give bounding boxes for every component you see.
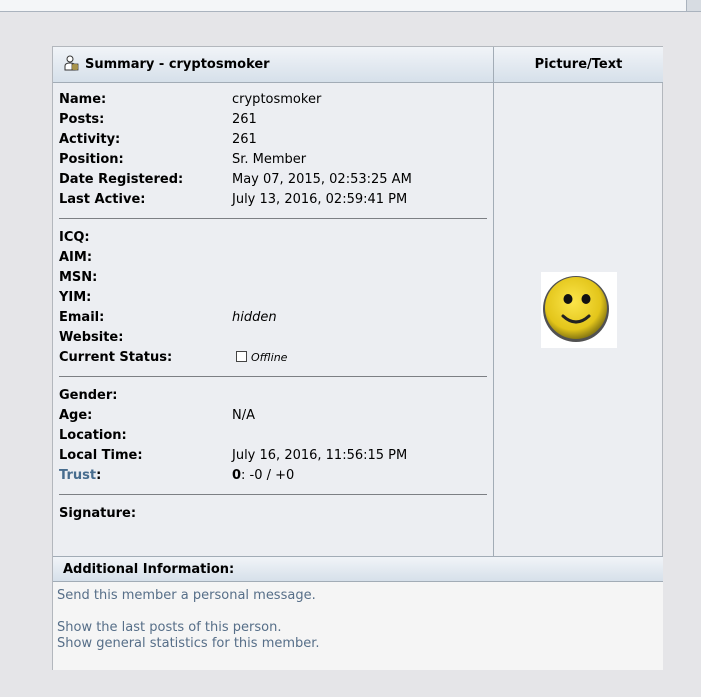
current-status-label: Current Status: (59, 350, 173, 365)
row-trust: Trust: 0: -0 / +0 (59, 466, 487, 486)
row-aim: AIM: (59, 248, 487, 268)
activity-label: Activity: (59, 132, 121, 147)
row-yim: YIM: (59, 288, 487, 308)
icq-label: ICQ: (59, 230, 90, 245)
trust-breakdown: : -0 / +0 (241, 468, 295, 483)
row-activity: Activity: 261 (59, 130, 487, 150)
name-value: cryptosmoker (232, 92, 322, 107)
trust-value: 0: -0 / +0 (232, 466, 294, 486)
yim-label: YIM: (59, 290, 92, 305)
show-last-posts-link[interactable]: Show the last posts of this person. (57, 620, 663, 636)
last-active-label: Last Active: (59, 192, 146, 207)
age-label: Age: (59, 408, 93, 423)
trust-colon: : (96, 468, 102, 483)
signature-label: Signature: (59, 506, 137, 521)
top-bar (0, 0, 701, 12)
section-divider (59, 494, 487, 495)
profile-details: Name: cryptosmoker Posts: 261 Activity: … (59, 90, 487, 524)
status-checkbox-icon (236, 351, 247, 362)
row-date-registered: Date Registered: May 07, 2015, 02:53:25 … (59, 170, 487, 190)
location-label: Location: (59, 428, 127, 443)
local-time-value: July 16, 2016, 11:56:15 PM (232, 448, 408, 463)
additional-info-links: Send this member a personal message. Sho… (53, 582, 663, 670)
row-current-status: Current Status: Offline (59, 348, 487, 368)
aim-label: AIM: (59, 250, 93, 265)
row-local-time: Local Time: July 16, 2016, 11:56:15 PM (59, 446, 487, 466)
email-value: hidden (232, 310, 277, 325)
row-age: Age: N/A (59, 406, 487, 426)
additional-info-header: Additional Information: (53, 556, 663, 582)
show-statistics-link[interactable]: Show general statistics for this member. (57, 636, 663, 652)
row-position: Position: Sr. Member (59, 150, 487, 170)
row-location: Location: (59, 426, 487, 446)
current-status-value: Offline (232, 348, 287, 368)
name-label: Name: (59, 92, 107, 107)
profile-panel: Summary - cryptosmoker Picture/Text Name… (52, 46, 663, 670)
trust-label: Trust: (59, 466, 101, 486)
posts-label: Posts: (59, 112, 105, 127)
trust-score: 0 (232, 468, 242, 483)
msn-label: MSN: (59, 270, 98, 285)
row-msn: MSN: (59, 268, 487, 288)
smiley-avatar-icon (541, 272, 617, 348)
summary-header: Summary - cryptosmoker (53, 47, 493, 83)
activity-value: 261 (232, 132, 257, 147)
row-last-active: Last Active: July 13, 2016, 02:59:41 PM (59, 190, 487, 210)
row-website: Website: (59, 328, 487, 348)
last-active-value: July 13, 2016, 02:59:41 PM (232, 192, 408, 207)
row-icq: ICQ: (59, 228, 487, 248)
picture-text-header: Picture/Text (493, 47, 663, 83)
top-bar-corner (686, 0, 701, 11)
row-gender: Gender: (59, 386, 487, 406)
summary-title: Summary - cryptosmoker (85, 57, 270, 72)
send-pm-link[interactable]: Send this member a personal message. (57, 588, 663, 604)
section-divider (59, 376, 487, 377)
row-name: Name: cryptosmoker (59, 90, 487, 110)
row-signature: Signature: (59, 504, 487, 524)
user-icon (63, 50, 79, 71)
email-label: Email: (59, 310, 105, 325)
column-divider (493, 83, 494, 556)
position-label: Position: (59, 152, 124, 167)
section-divider (59, 218, 487, 219)
row-email: Email: hidden (59, 308, 487, 328)
position-value: Sr. Member (232, 152, 307, 167)
age-value: N/A (232, 408, 255, 423)
local-time-label: Local Time: (59, 448, 143, 463)
gender-label: Gender: (59, 388, 118, 403)
status-text: Offline (251, 351, 288, 364)
date-registered-label: Date Registered: (59, 172, 184, 187)
website-label: Website: (59, 330, 124, 345)
date-registered-value: May 07, 2015, 02:53:25 AM (232, 172, 412, 187)
row-posts: Posts: 261 (59, 110, 487, 130)
trust-link[interactable]: Trust (59, 468, 96, 483)
posts-value: 261 (232, 112, 257, 127)
